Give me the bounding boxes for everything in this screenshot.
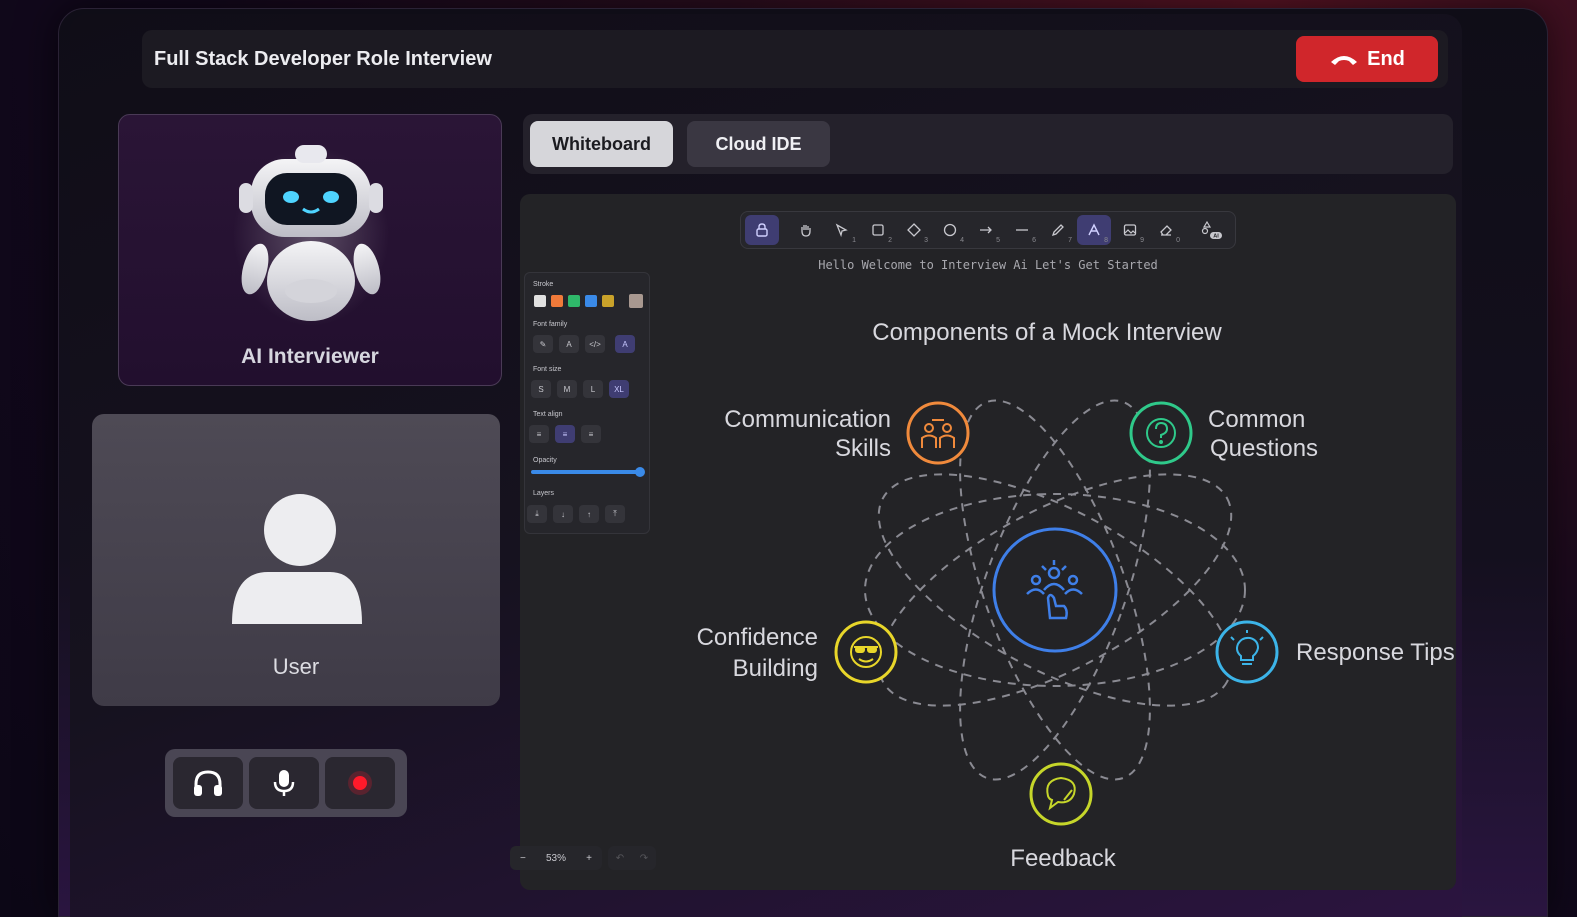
center-node [992,527,1118,653]
hand-icon [801,225,811,237]
stroke-swatch-green[interactable] [568,295,580,307]
feedback-node [1029,762,1093,826]
confidence-label-line1: Confidence [697,624,818,651]
questions-label-line1: Common [1208,406,1305,433]
tool-shortcut: 1 [852,237,856,244]
tool-text[interactable]: 8 [1077,215,1111,245]
stroke-swatch-orange[interactable] [551,295,563,307]
opacity-label: Opacity [533,457,557,464]
feedback-label: Feedback [1010,845,1116,872]
diagram-title: Components of a Mock Interview [872,319,1222,346]
tool-lock[interactable] [745,215,779,245]
font-size-s[interactable]: S [531,380,551,398]
zoom-out-button[interactable]: − [520,853,526,864]
mock-interview-diagram: Components of a Mock Interview Communica… [697,319,1455,872]
tool-ellipse[interactable]: 4 [933,215,967,245]
tool-shortcut: 7 [1068,237,1072,244]
opacity-slider-handle[interactable] [635,467,645,477]
bring-to-front-button[interactable]: ⤒ [605,505,625,523]
tool-diamond[interactable]: 3 [897,215,931,245]
stroke-label: Stroke [533,281,554,288]
pencil-icon [1051,224,1064,237]
stroke-swatch-blue[interactable] [585,295,597,307]
eraser-icon [1160,225,1172,236]
tool-image[interactable]: 9 [1113,215,1147,245]
svg-text:AI: AI [1213,234,1219,240]
zoom-level[interactable]: 53% [546,853,566,864]
font-size-m[interactable]: M [557,380,577,398]
tool-shortcut: 5 [996,237,1000,244]
font-size-l[interactable]: L [583,380,603,398]
whiteboard-toolbar: 1 2 3 4 5 6 7 8 9 0 AI [740,211,1236,249]
bring-forward-button[interactable]: ↑ [579,505,599,523]
tool-eraser[interactable]: 0 [1149,215,1183,245]
send-to-back-button[interactable]: ⤓ [527,505,547,523]
tool-ai-shapes[interactable]: AI [1195,215,1229,245]
tips-label: Response Tips [1296,639,1455,666]
tool-shortcut: 0 [1176,237,1180,244]
zoom-in-button[interactable]: + [586,853,592,864]
confidence-label-line2: Building [733,655,818,682]
diamond-icon [907,223,921,237]
image-icon [1123,224,1137,236]
opacity-slider[interactable] [531,470,641,474]
send-backward-button[interactable]: ↓ [553,505,573,523]
undo-redo-controls: ↶ ↷ [608,846,656,870]
questions-label-line2: Questions [1210,435,1318,462]
properties-panel: Stroke Font family ✎ A </> A Font size S… [524,272,650,534]
rectangle-icon [872,224,884,236]
zoom-controls: − 53% + [510,846,602,870]
undo-icon[interactable]: ↶ [616,853,624,864]
font-size-label: Font size [533,366,562,373]
lock-icon [756,223,768,237]
confidence-node [834,620,898,684]
communication-node [906,401,970,465]
font-size-xl[interactable]: XL [609,380,629,398]
tool-shortcut: 3 [924,237,928,244]
ellipse-icon [943,223,957,237]
tool-line[interactable]: 6 [1005,215,1039,245]
tool-arrow[interactable]: 5 [969,215,1003,245]
stroke-current-color[interactable] [629,294,643,308]
align-center-button[interactable]: ≡ [555,425,575,443]
tool-pencil[interactable]: 7 [1041,215,1075,245]
ai-shapes-icon: AI [1201,220,1222,240]
tool-select[interactable]: 1 [825,215,859,245]
questions-node [1129,401,1193,465]
text-icon [1088,223,1100,236]
stroke-swatch-white[interactable] [534,295,546,307]
font-normal-button[interactable]: A [559,335,579,353]
font-family-label: Font family [533,321,568,328]
font-excalifont-button[interactable]: A [615,335,635,353]
tool-shortcut: 2 [888,237,892,244]
redo-icon[interactable]: ↷ [640,853,648,864]
text-align-label: Text align [533,411,563,418]
layers-label: Layers [533,490,555,497]
pointer-icon [835,223,848,237]
communication-label-line2: Skills [835,435,891,462]
line-icon [1016,229,1028,231]
tool-shortcut: 4 [960,237,964,244]
tool-shortcut: 6 [1032,237,1036,244]
font-hand-drawn-button[interactable]: ✎ [533,335,553,353]
font-code-button[interactable]: </> [585,335,605,353]
tool-shortcut: 8 [1104,237,1108,244]
welcome-text[interactable]: Hello Welcome to Interview Ai Let's Get … [740,258,1236,272]
align-left-button[interactable]: ≡ [529,425,549,443]
tool-shortcut: 9 [1140,237,1144,244]
communication-label-line1: Communication [724,406,891,433]
align-right-button[interactable]: ≡ [581,425,601,443]
arrow-icon [980,226,992,234]
tool-rectangle[interactable]: 2 [861,215,895,245]
stroke-swatch-yellow[interactable] [602,295,614,307]
tool-hand[interactable] [789,215,823,245]
